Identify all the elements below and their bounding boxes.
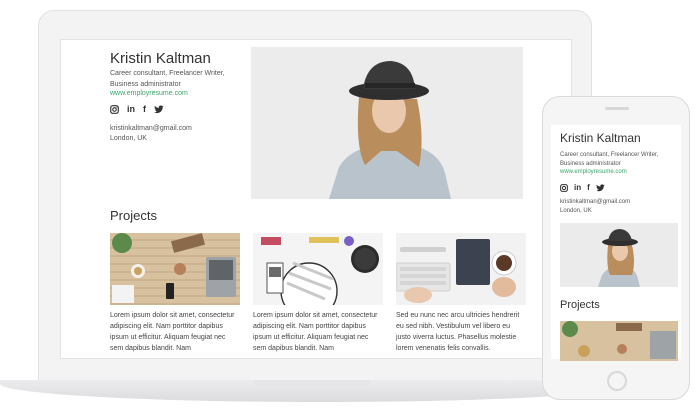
laptop-notch	[254, 380, 370, 388]
stage: Kristin Kaltman Career consultant, Freel…	[0, 0, 700, 408]
phone-email-text[interactable]: kristinkaltman@gmail.com	[560, 198, 630, 207]
location-text: London, UK	[110, 135, 147, 142]
phone-website-link[interactable]: www.employresume.com	[560, 169, 627, 175]
phone-location-text: London, UK	[560, 208, 592, 214]
phone-projects-heading: Projects	[560, 299, 600, 311]
project-thumb-desk	[110, 233, 240, 305]
laptop-frame: Kristin Kaltman Career consultant, Freel…	[38, 10, 592, 382]
phone-speaker	[605, 107, 629, 110]
phone-hero-photo	[560, 223, 678, 287]
project-thumb-keyboard	[396, 233, 526, 305]
profile-role: Career consultant, Freelancer Writer, Bu…	[110, 68, 250, 90]
phone-contact-block: kristinkaltman@gmail.com London, UK	[560, 198, 630, 216]
portrait-illustration	[251, 47, 523, 199]
role-line-2: Business administrator	[110, 81, 181, 88]
project-card[interactable]: Lorem ipsum dolor sit amet, consectetur …	[253, 233, 383, 354]
project-desc: Sed eu nunc nec arcu ultricies hendrerit…	[396, 312, 520, 352]
phone-social-links: in f	[560, 183, 605, 192]
role-line-1: Career consultant, Freelancer Writer,	[110, 70, 225, 77]
instagram-icon[interactable]	[560, 183, 568, 192]
project-desc: Lorem ipsum dolor sit amet, consectetur …	[110, 312, 235, 352]
email-text[interactable]: kristinkaltman@gmail.com	[110, 124, 192, 134]
phone-screen: Kristin Kaltman Career consultant, Freel…	[551, 125, 681, 361]
linkedin-icon[interactable]: in	[127, 104, 135, 114]
facebook-icon[interactable]: f	[143, 104, 146, 114]
website-link[interactable]: www.employresume.com	[110, 90, 188, 97]
project-card[interactable]: Lorem ipsum dolor sit amet, consectetur …	[110, 233, 240, 354]
project-desc: Lorem ipsum dolor sit amet, consectetur …	[253, 312, 378, 352]
projects-grid: Lorem ipsum dolor sit amet, consectetur …	[110, 233, 526, 354]
phone-home-button[interactable]	[607, 371, 627, 391]
profile-name: Kristin Kaltman	[110, 50, 211, 67]
phone-profile-role: Career consultant, Freelancer Writer, Bu…	[560, 152, 659, 167]
project-thumb-calendar	[253, 233, 383, 305]
phone-profile-name: Kristin Kaltman	[560, 131, 641, 145]
hero-photo	[251, 47, 523, 199]
twitter-icon[interactable]	[154, 104, 164, 114]
instagram-icon[interactable]	[110, 104, 119, 114]
projects-heading: Projects	[110, 208, 157, 223]
social-links: in f	[110, 104, 164, 114]
laptop-screen: Kristin Kaltman Career consultant, Freel…	[60, 39, 572, 359]
linkedin-icon[interactable]: in	[574, 183, 581, 192]
phone-project-thumb[interactable]	[560, 321, 678, 361]
project-card[interactable]: Sed eu nunc nec arcu ultricies hendrerit…	[396, 233, 526, 354]
twitter-icon[interactable]	[596, 183, 605, 192]
contact-block: kristinkaltman@gmail.com London, UK	[110, 124, 192, 144]
facebook-icon[interactable]: f	[587, 183, 590, 192]
phone-frame: Kristin Kaltman Career consultant, Freel…	[542, 96, 690, 400]
